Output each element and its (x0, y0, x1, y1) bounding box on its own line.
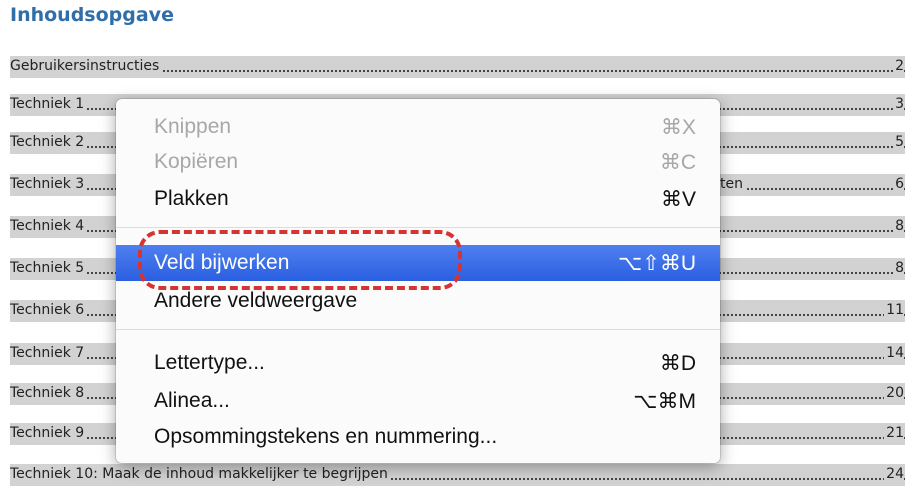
toc-entry-title: Techniek 7 (10, 345, 87, 361)
menu-item-shortcut: ⌘D (659, 352, 696, 375)
menu-item-label: Opsommingstekens en nummering... (154, 425, 498, 448)
toc-entry-title: Gebruikersinstructies (10, 58, 162, 74)
toc-heading: Inhoudsopgave (10, 4, 174, 26)
toc-entry-page: 14 (884, 345, 904, 361)
toc-entry-techniek-10[interactable]: Techniek 10: Maak de inhoud makkelijker … (10, 464, 905, 486)
toc-entry-page: 21 (884, 425, 904, 441)
menu-item-shortcut: ⌘X (660, 116, 696, 139)
toc-entry-gebruikersinstructies[interactable]: Gebruikersinstructies 2 (10, 56, 905, 78)
menu-separator (116, 227, 720, 228)
toc-entry-page: 24 (884, 466, 904, 482)
toc-entry-title: Techniek 8 (10, 385, 87, 401)
menu-item-alinea[interactable]: Alinea... ⌥⌘M (116, 383, 720, 419)
menu-item-lettertype[interactable]: Lettertype... ⌘D (116, 345, 720, 381)
menu-item-label: Plakken (154, 187, 229, 210)
menu-item-shortcut: ⌘C (659, 151, 696, 174)
menu-item-label: Kopiëren (154, 150, 239, 173)
toc-entry-title: Techniek 9 (10, 425, 87, 441)
toc-entry-title: Techniek 6 (10, 302, 87, 318)
menu-separator (116, 329, 720, 330)
toc-entry-title: Techniek 3 (10, 176, 87, 192)
toc-entry-page: 8 (893, 218, 904, 234)
toc-entry-page: 20 (884, 385, 904, 401)
toc-entry-title: Techniek 4 (10, 218, 87, 234)
toc-entry-page: 2 (893, 58, 904, 74)
toc-entry-page: 5 (893, 134, 904, 150)
menu-item-label: Knippen (154, 115, 232, 138)
toc-entry-page: 3 (893, 96, 904, 112)
menu-item-shortcut: ⌥⌘M (633, 390, 696, 413)
menu-item-knippen[interactable]: Knippen ⌘X (116, 109, 720, 145)
toc-entry-title: Techniek 10: Maak de inhoud makkelijker … (10, 466, 390, 482)
menu-item-opsommingstekens[interactable]: Opsommingstekens en nummering... (116, 419, 720, 455)
menu-item-kopieren[interactable]: Kopiëren ⌘C (116, 144, 720, 180)
toc-entry-title: Techniek 2 (10, 134, 87, 150)
menu-item-label: Andere veldweergave (154, 289, 358, 312)
menu-item-label: Lettertype... (154, 351, 265, 374)
toc-entry-page: 8 (893, 260, 904, 276)
menu-item-shortcut: ⌥⇧⌘U (618, 252, 696, 275)
toc-entry-page: 6 (893, 176, 904, 192)
menu-item-shortcut: ⌘V (660, 188, 696, 211)
menu-item-label: Alinea... (154, 389, 230, 412)
menu-item-plakken[interactable]: Plakken ⌘V (116, 181, 720, 217)
toc-entry-page: 11 (884, 302, 904, 318)
toc-entry-title: Techniek 1 (10, 96, 87, 112)
toc-entry-title: Techniek 5 (10, 260, 87, 276)
toc-entry-title-tail: ten (720, 176, 745, 192)
annotation-highlight-ring (138, 230, 462, 290)
